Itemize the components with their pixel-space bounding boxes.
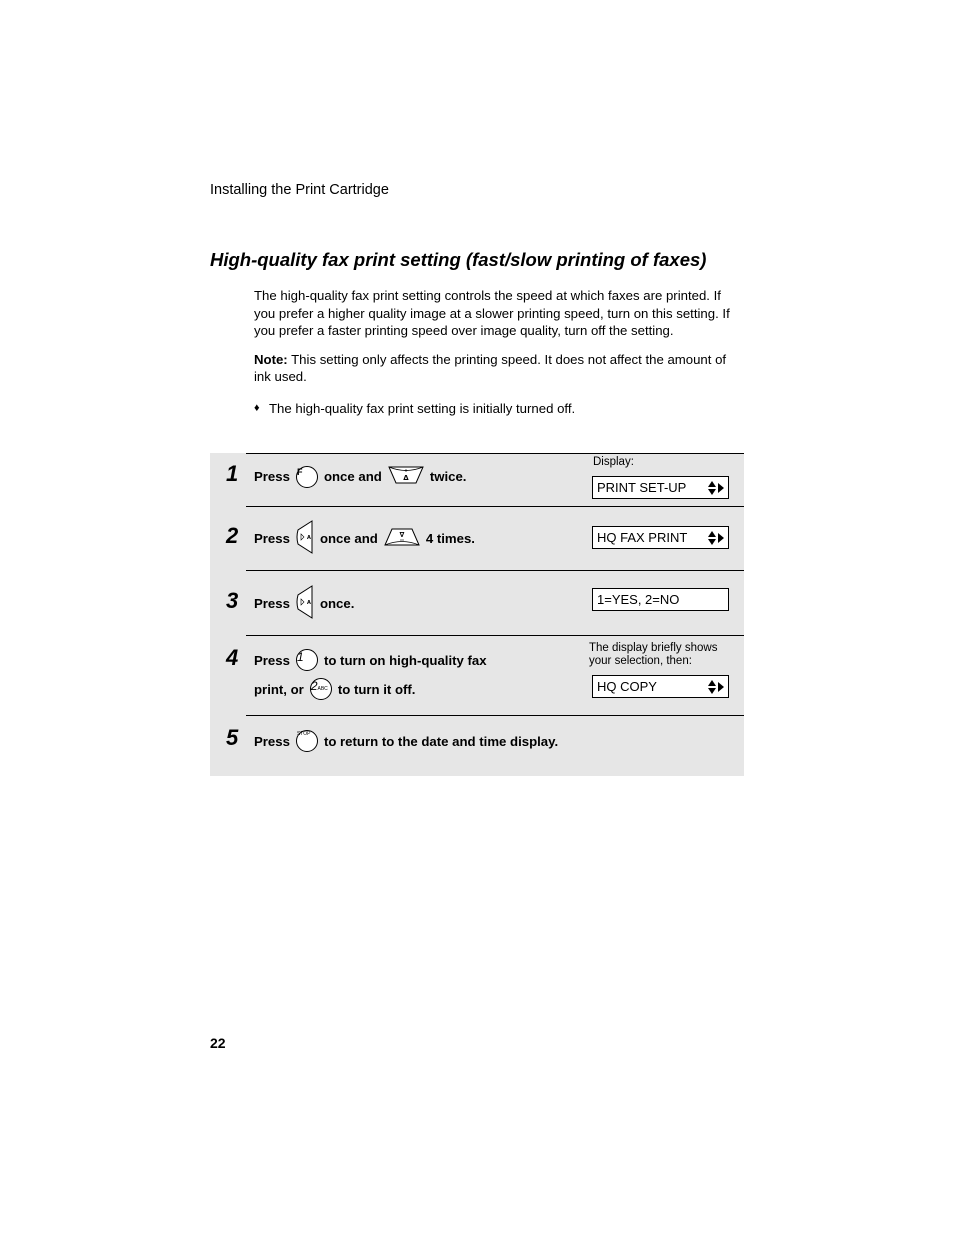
step-text-part: once. — [319, 596, 355, 611]
step-divider — [246, 453, 744, 454]
display-note: The display briefly shows your selection… — [589, 642, 718, 667]
lcd-text: HQ COPY — [597, 679, 657, 694]
diamond-bullet-icon: ♦ — [254, 401, 260, 414]
note-paragraph: Note: This setting only affects the prin… — [254, 351, 744, 386]
step-divider — [246, 635, 744, 636]
lcd-text: 1=YES, 2=NO — [597, 592, 680, 607]
step-number: 2 — [226, 523, 239, 548]
page-number: 22 — [210, 1035, 226, 1051]
step-number: 3 — [226, 588, 239, 613]
step-instruction-line-2: print, or 2ABC to turn it off. — [254, 678, 415, 700]
start-memory-key-icon: A — [296, 520, 314, 557]
step-1: 1 Press F once and Δ twice. Display: PRI… — [210, 453, 744, 506]
section-title: High-quality fax print setting (fast/slo… — [210, 249, 707, 270]
step-3: 3 Press A once. 1=YES, 2=NO — [210, 570, 744, 635]
function-key-icon: F — [295, 465, 318, 488]
note-text: This setting only affects the printing s… — [254, 351, 727, 385]
svg-text:∇: ∇ — [399, 531, 404, 539]
step-text-part: once and — [323, 469, 382, 484]
step-4: 4 Press 1 to turn on high-quality fax pr… — [210, 635, 744, 715]
lcd-display: HQ FAX PRINT — [592, 526, 729, 549]
lcd-text: PRINT SET-UP — [597, 480, 687, 495]
up-down-right-arrows-icon — [708, 679, 724, 694]
step-divider — [246, 715, 744, 716]
up-down-right-arrows-icon — [708, 480, 724, 495]
stop-key-icon: STOP — [295, 730, 318, 752]
step-number: 4 — [226, 645, 239, 670]
number-2-key-icon: 2ABC — [309, 678, 332, 700]
step-5: 5 Press STOP to return to the date and t… — [210, 715, 744, 776]
step-text-part: Press — [254, 733, 290, 749]
svg-text:A: A — [307, 535, 311, 541]
number-1-key-icon: 1 — [295, 649, 318, 671]
step-text-part: Press — [254, 596, 290, 611]
svg-text:A: A — [307, 600, 311, 606]
lcd-display: 1=YES, 2=NO — [592, 588, 729, 611]
bullet-text: The high-quality fax print setting is in… — [269, 400, 576, 416]
key-sublabel: ABC — [317, 686, 328, 692]
step-divider — [246, 570, 744, 571]
start-memory-key-icon: A — [296, 585, 314, 622]
step-2: 2 Press A once and ∇ 4 times. HQ FAX PRI… — [210, 506, 744, 570]
step-number: 5 — [226, 725, 239, 750]
bullet-item: ♦ The high-quality fax print setting is … — [254, 400, 744, 418]
step-text-part: Press — [254, 469, 290, 484]
step-instruction: Press STOP to return to the date and tim… — [254, 730, 558, 752]
step-text-part: print, or — [254, 681, 304, 697]
step-text-part: Press — [254, 531, 290, 546]
lcd-text: HQ FAX PRINT — [597, 530, 688, 545]
key-label: 2 — [310, 679, 318, 693]
steps-panel: 1 Press F once and Δ twice. Display: PRI… — [210, 453, 744, 776]
step-text-part: 4 times. — [425, 531, 475, 546]
key-label: 1 — [296, 650, 304, 664]
display-label: Display: — [593, 456, 634, 468]
step-text-part: to return to the date and time display. — [323, 733, 559, 749]
step-text-part: once and — [319, 531, 378, 546]
key-label: STOP — [296, 731, 311, 737]
step-text-part: to turn on high-quality fax — [323, 652, 487, 668]
intro-paragraph: The high-quality fax print setting contr… — [254, 288, 730, 338]
down-arrow-key-icon: ∇ — [384, 527, 420, 550]
step-text-part: twice. — [429, 469, 467, 484]
step-divider — [246, 506, 744, 507]
running-head: Installing the Print Cartridge — [210, 182, 389, 198]
step-text-part: Press — [254, 652, 290, 668]
up-down-right-arrows-icon — [708, 530, 724, 545]
step-instruction: Press A once and ∇ 4 times. — [254, 520, 475, 557]
svg-text:Δ: Δ — [403, 474, 409, 482]
step-text-part: to turn it off. — [337, 681, 416, 697]
lcd-display: PRINT SET-UP — [592, 476, 729, 499]
step-number: 1 — [226, 461, 239, 486]
step-instruction-line-1: Press 1 to turn on high-quality fax — [254, 649, 487, 671]
step-instruction: Press F once and Δ twice. — [254, 465, 466, 488]
note-label: Note: — [254, 351, 288, 367]
up-arrow-key-icon: Δ — [388, 465, 424, 488]
key-label: F — [296, 466, 303, 477]
intro-block: The high-quality fax print setting contr… — [254, 287, 744, 417]
step-instruction: Press A once. — [254, 585, 354, 622]
lcd-display: HQ COPY — [592, 675, 729, 698]
